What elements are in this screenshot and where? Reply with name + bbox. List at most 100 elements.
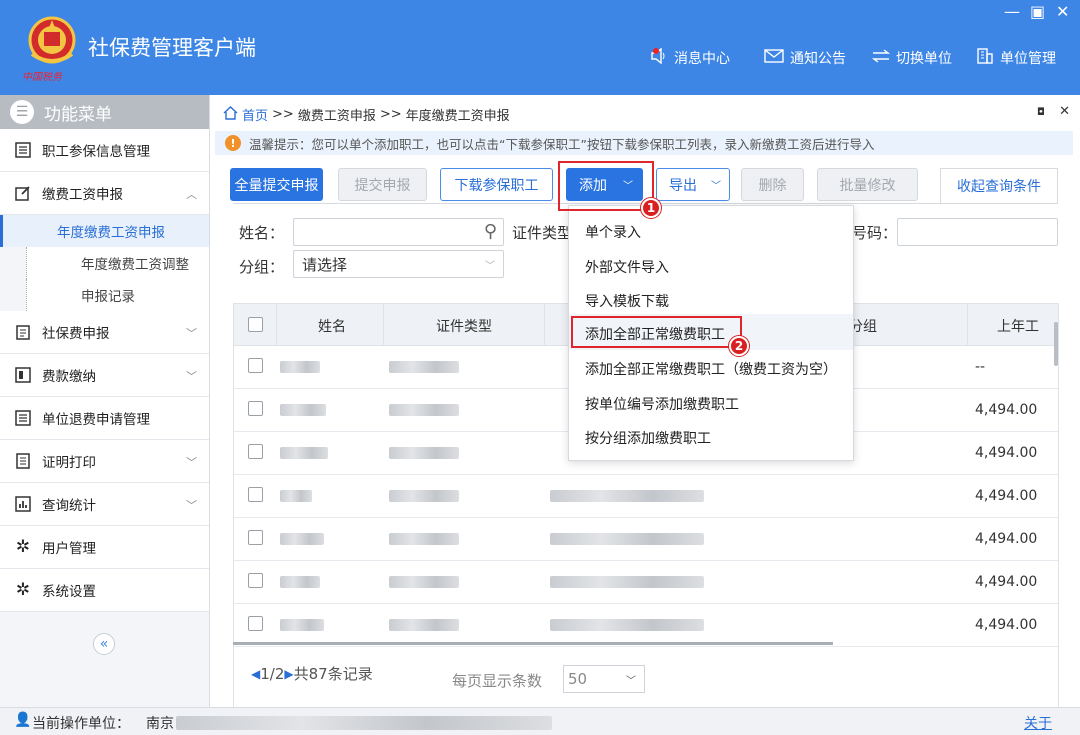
sidebar-subitem-wage-adjust[interactable]: 年度缴费工资调整 [26,247,209,279]
redacted-name [280,361,320,373]
next-page-icon[interactable]: ▶ [284,667,293,681]
per-page-select[interactable]: 50 ﹀ [563,665,645,693]
restore-button[interactable]: ◘ [1037,107,1045,118]
name-input[interactable]: ⚲ [293,218,504,246]
sidebar-header: ☰ 功能菜单 [0,95,209,136]
gear-icon: ✲ [15,580,31,600]
breadcrumb-level2: 年度缴费工资申报 [405,109,510,124]
redacted-id-number [550,533,704,545]
redacted-id-type [389,490,459,502]
collapse-query-button[interactable]: 收起查询条件 [940,168,1058,203]
per-page-label: 每页显示条数 [452,672,543,690]
id-type-label: 证件类型 [512,224,573,242]
row-checkbox[interactable] [248,573,263,588]
nav-message-center[interactable]: 消息中心 [650,47,730,68]
menu-label: 单位退费申请管理 [42,412,150,428]
menu-item-file-import[interactable]: 外部文件导入 [585,257,669,277]
col-last-year-wage: 上年工 [997,319,1039,335]
sidebar-item-certificate[interactable]: 证明打印 ﹀ [0,440,209,483]
menu-label: 用户管理 [42,541,96,557]
redacted-name [280,490,312,502]
list-icon [14,409,32,427]
menu-toggle-icon[interactable]: ☰ [10,100,34,124]
row-checkbox[interactable] [248,401,263,416]
table-row[interactable]: 4,494.00 [234,561,1058,604]
redacted-name [280,404,326,416]
edit-icon [14,184,32,202]
maximize-button[interactable]: ▣ [1030,2,1045,21]
current-unit-name: 南京 [146,716,174,732]
sidebar-item-statistics[interactable]: 查询统计 ﹀ [0,483,209,526]
col-id-type: 证件类型 [436,319,492,335]
menu-item-template-download[interactable]: 导入模板下载 [585,291,669,311]
clipboard-icon [14,323,32,341]
delete-button[interactable]: 删除 [741,168,804,201]
export-label: 导出 [669,177,697,194]
export-button[interactable]: 导出 ﹀ [656,168,730,201]
number-label: 号码： [852,224,898,242]
last-year-wage: 4,494.00 [975,574,1038,590]
list-icon [14,141,32,159]
chevron-down-icon: ﹀ [485,260,495,272]
row-checkbox[interactable] [248,487,263,502]
menu-item-single-entry[interactable]: 单个录入 [585,222,641,242]
nav-switch-unit[interactable]: 切换单位 [871,48,952,68]
logo-text: 中国税务 [22,72,62,83]
sidebar-item-system-settings[interactable]: ✲ 系统设置 [0,569,209,612]
table-row[interactable]: 4,494.00 [234,518,1058,561]
sidebar-subitem-annual-wage[interactable]: 年度缴费工资申报 [0,215,209,247]
row-checkbox[interactable] [248,358,263,373]
row-checkbox[interactable] [248,616,263,631]
sidebar-title: 功能菜单 [44,104,112,125]
download-employees-button[interactable]: 下载参保职工 [440,168,553,201]
menu-item-add-all-normal-empty-wage[interactable]: 添加全部正常缴费职工（缴费工资为空） [585,359,837,379]
close-button[interactable]: ✕ [1056,2,1069,21]
last-year-wage: 4,494.00 [975,488,1038,504]
prev-page-icon[interactable]: ◀ [251,667,260,681]
sidebar-subitem-records[interactable]: 申报记录 [26,279,209,311]
nav-unit-management[interactable]: 单位管理 [976,48,1056,68]
printer-icon [14,452,32,470]
group-select[interactable]: 请选择 ﹀ [293,250,504,278]
sidebar-item-employee-info[interactable]: 职工参保信息管理 [0,129,209,172]
last-year-wage: 4,494.00 [975,402,1038,418]
chevron-down-icon: ﹀ [186,456,197,469]
horizontal-scrollbar[interactable] [233,642,833,645]
redacted-id-number [550,490,704,502]
row-checkbox[interactable] [248,530,263,545]
collapse-sidebar-button[interactable]: « [93,633,115,655]
sidebar-item-social-insurance[interactable]: 社保费申报 ﹀ [0,311,209,354]
menu-label: 职工参保信息管理 [42,144,150,160]
nav-label: 单位管理 [1000,51,1056,67]
number-input[interactable] [897,218,1058,246]
submit-all-button[interactable]: 全量提交申报 [230,168,323,201]
highlight-box-add [558,161,654,211]
per-page-value: 50 [568,670,588,688]
menu-item-add-by-unit-no[interactable]: 按单位编号添加缴费职工 [585,394,739,414]
table-row[interactable]: 4,494.00 [234,604,1058,647]
batch-edit-button[interactable]: 批量修改 [817,168,918,201]
about-link[interactable]: 关于 [1024,713,1052,733]
sidebar-item-user-management[interactable]: ✲ 用户管理 [0,526,209,569]
pagination: ◀ 1/2 ▶ 共87条记录 [251,663,373,684]
row-checkbox[interactable] [248,444,263,459]
menu-item-add-by-group[interactable]: 按分组添加缴费职工 [585,428,711,448]
close-panel-button[interactable]: ✕ [1059,104,1070,119]
sidebar-item-wage-declaration[interactable]: 缴费工资申报 ︿ [0,172,209,215]
app-title: 社保费管理客户端 [88,36,256,60]
redacted-id-type [389,619,459,631]
chevron-up-icon: ︿ [186,188,197,201]
breadcrumb-home[interactable]: 首页 [242,105,268,124]
minimize-button[interactable]: — [1004,2,1020,21]
submit-button[interactable]: 提交申报 [338,168,427,201]
nav-notices[interactable]: 通知公告 [764,48,846,68]
select-all-checkbox[interactable] [248,317,263,332]
sidebar-item-refund[interactable]: 单位退费申请管理 [0,397,209,440]
book-icon [14,366,32,384]
speaker-icon [650,47,668,68]
switch-arrows-icon [871,49,891,67]
nav-label: 消息中心 [674,51,730,67]
chevron-down-icon: ﹀ [186,370,197,383]
table-row[interactable]: 4,494.00 [234,475,1058,518]
sidebar-item-payment[interactable]: 费款缴纳 ﹀ [0,354,209,397]
